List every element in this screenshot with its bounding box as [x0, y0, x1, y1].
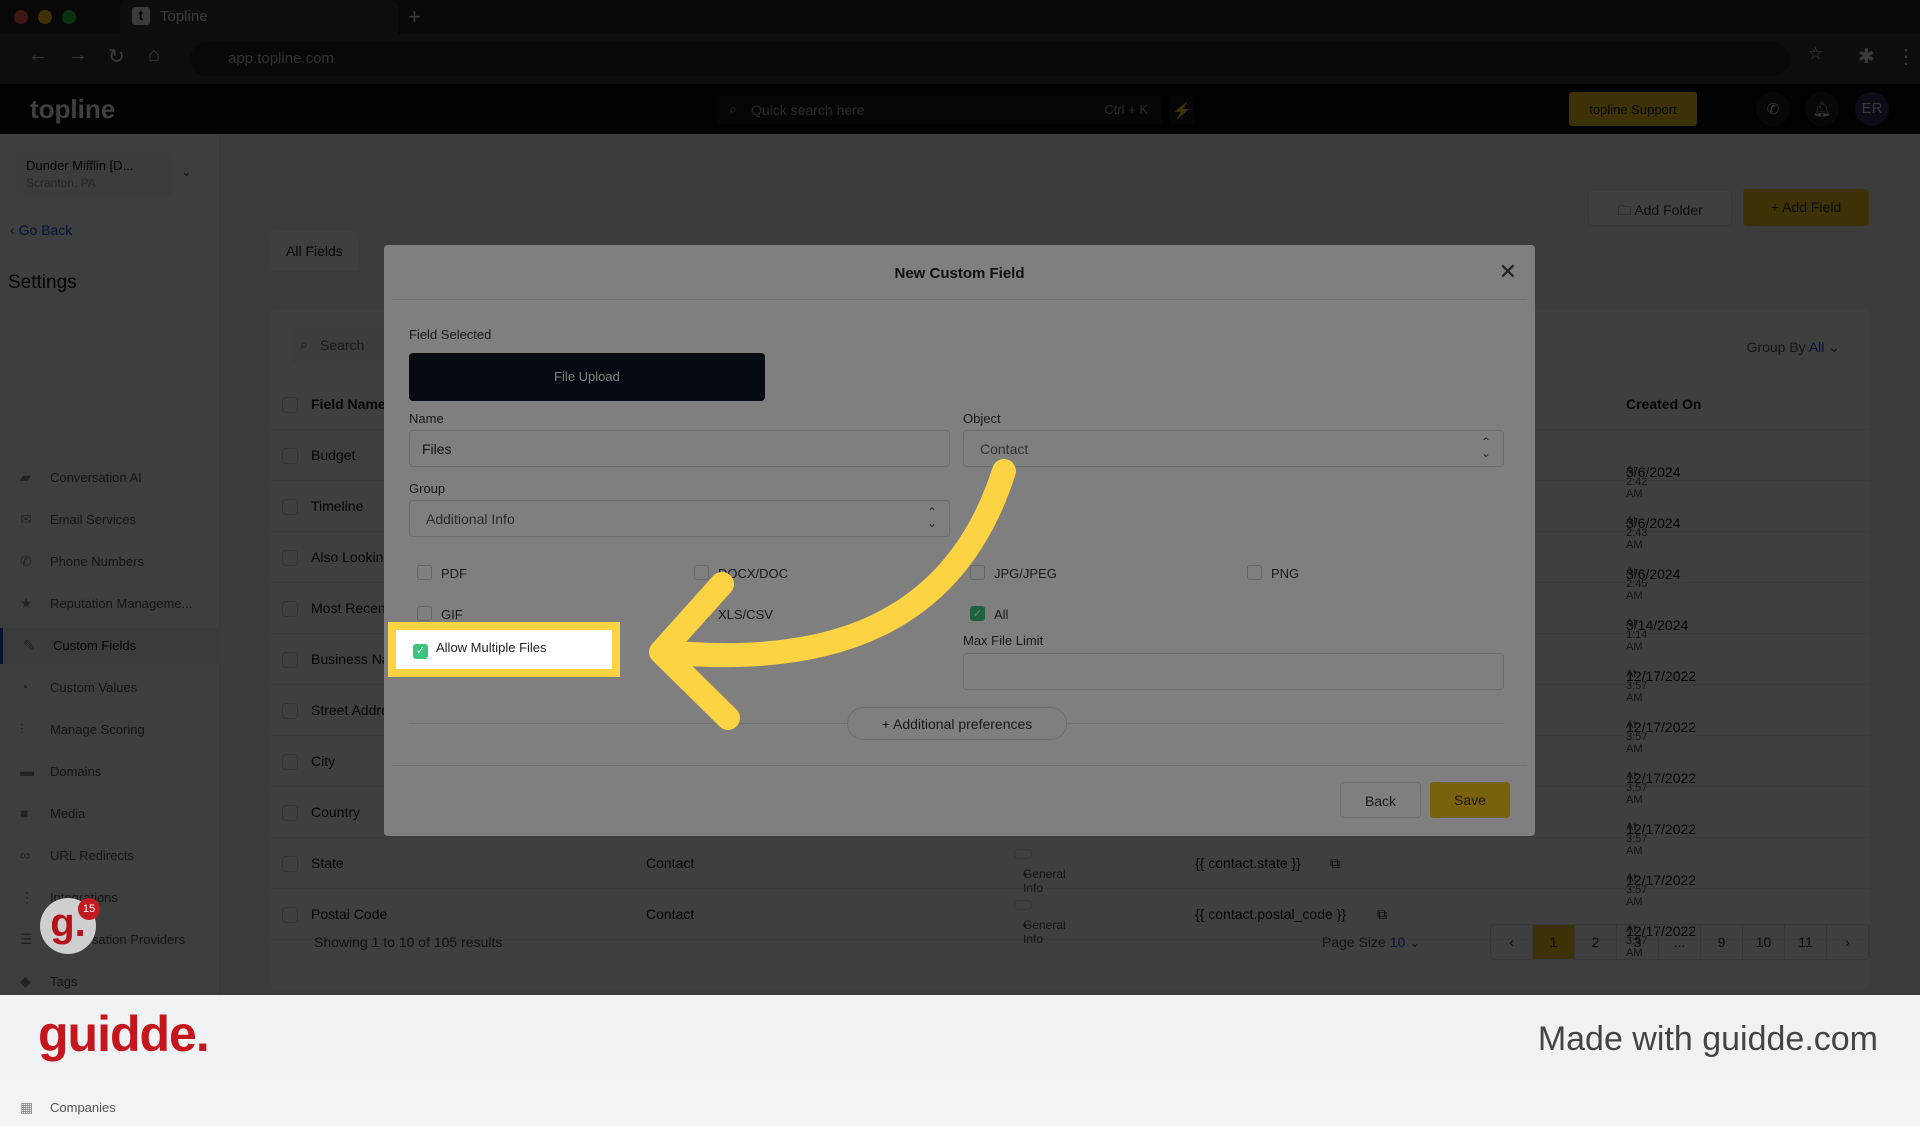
guidde-logo: guidde.	[38, 1006, 210, 1062]
checkmark-icon: ✓	[413, 644, 428, 659]
sidebar-item-companies[interactable]: ▦ Companies	[0, 1090, 220, 1126]
guidde-footer: guidde. Made with guidde.com	[0, 995, 1920, 1080]
guidde-dim-overlay	[0, 0, 1920, 995]
allow-multiple-files-checkbox[interactable]: ✓ Allow Multiple Files	[388, 622, 620, 677]
sidebar-item-label: Companies	[50, 1100, 116, 1115]
made-with-guidde: Made with guidde.com	[1537, 1020, 1878, 1058]
guidde-badge: 15	[78, 898, 100, 920]
building-icon: ▦	[20, 1099, 34, 1115]
allow-multiple-files-label: Allow Multiple Files	[436, 640, 547, 655]
